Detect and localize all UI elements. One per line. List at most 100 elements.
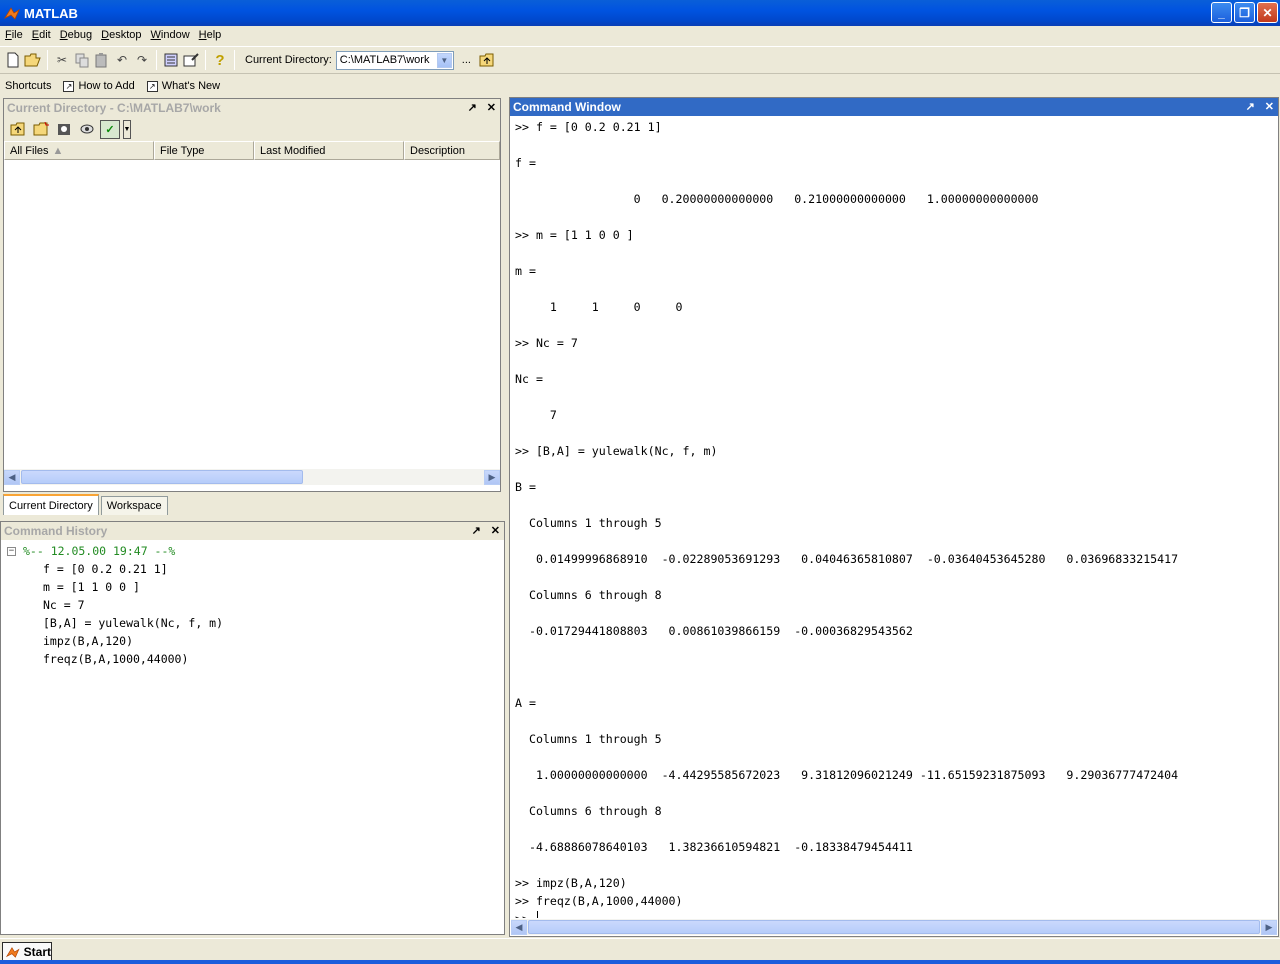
current-directory-toolbar: ✓ ▼	[4, 117, 500, 141]
undock-icon[interactable]: ↗	[1246, 100, 1255, 113]
browse-button[interactable]: ...	[462, 54, 471, 66]
simulink-icon[interactable]	[161, 50, 181, 70]
command-output-line	[515, 280, 1278, 298]
command-window-title-bar: Command Window ↗ ✕	[510, 98, 1278, 116]
folder-up-icon[interactable]	[8, 120, 28, 138]
current-directory-select[interactable]: C:\MATLAB7\work ▼	[335, 50, 454, 70]
command-output-line	[515, 460, 1278, 478]
history-session[interactable]: − %-- 12.05.00 19:47 --%	[1, 542, 504, 560]
command-prompt-line[interactable]: >>	[515, 910, 1278, 918]
history-entry[interactable]: [B,A] = yulewalk(Nc, f, m)	[1, 614, 504, 632]
menu-window[interactable]: Window	[151, 29, 190, 41]
undo-icon[interactable]: ↶	[112, 50, 132, 70]
guide-icon[interactable]	[181, 50, 201, 70]
history-entry[interactable]: impz(B,A,120)	[1, 632, 504, 650]
copy-icon[interactable]	[72, 50, 92, 70]
shortcut-how-to-add[interactable]: ↗ How to Add	[63, 80, 135, 92]
menu-edit[interactable]: Edit	[32, 29, 51, 41]
history-entry[interactable]: m = [1 1 0 0 ]	[1, 578, 504, 596]
scroll-thumb[interactable]	[21, 470, 303, 484]
menu-debug[interactable]: Debug	[60, 29, 92, 41]
cut-icon[interactable]: ✂	[52, 50, 72, 70]
menu-bar: File Edit Debug Desktop Window Help	[0, 26, 1280, 44]
command-window-panel: Command Window ↗ ✕ >> f = [0 0.2 0.21 1]…	[509, 97, 1279, 937]
current-directory-panel: Current Directory - C:\MATLAB7\work ↗ ✕ …	[3, 98, 501, 492]
restore-button[interactable]: ❐	[1234, 2, 1255, 23]
open-folder-icon[interactable]	[23, 50, 43, 70]
window-title: MATLAB	[24, 5, 78, 21]
scroll-left-icon[interactable]: ◀	[511, 919, 527, 935]
command-output-line: -4.68886078640103 1.38236610594821 -0.18…	[515, 840, 913, 854]
command-window-scrollbar[interactable]: ◀ ▶	[511, 919, 1277, 935]
command-output-line	[515, 316, 1278, 334]
command-output-line: Nc =	[515, 372, 543, 386]
command-output-line: >> Nc = 7	[515, 336, 578, 350]
shortcuts-label[interactable]: Shortcuts	[5, 80, 51, 92]
main-toolbar: ✂ ↶ ↷ ? Current Directory: C:\MATLAB7\wo…	[0, 46, 1280, 74]
folder-up-icon[interactable]	[477, 50, 497, 70]
command-output-line: 0.01499996868910 -0.02289053691293 0.040…	[515, 552, 1179, 566]
shortcut-label: How to Add	[78, 80, 135, 92]
command-history-list[interactable]: − %-- 12.05.00 19:47 --% f = [0 0.2 0.21…	[1, 540, 504, 668]
close-icon[interactable]: ✕	[487, 101, 496, 114]
command-output-line	[515, 244, 1278, 262]
command-output-line: Columns 1 through 5	[515, 732, 662, 746]
menu-file[interactable]: File	[5, 29, 23, 41]
panel-tabs: Current Directory Workspace	[3, 493, 170, 515]
scroll-right-icon[interactable]: ▶	[1261, 919, 1277, 935]
command-window-output[interactable]: >> f = [0 0.2 0.21 1] f = 0 0.20000000000…	[510, 116, 1278, 918]
tab-workspace[interactable]: Workspace	[100, 496, 168, 515]
paste-icon[interactable]	[92, 50, 112, 70]
redo-icon[interactable]: ↷	[132, 50, 152, 70]
collapse-icon[interactable]: −	[7, 546, 16, 556]
tab-current-directory[interactable]: Current Directory	[3, 494, 99, 515]
start-button[interactable]: Start	[2, 941, 52, 962]
find-files-icon[interactable]	[54, 120, 74, 138]
column-last-modified[interactable]: Last Modified	[254, 141, 404, 160]
toolbar-separator	[156, 50, 157, 70]
minimize-button[interactable]: _	[1211, 2, 1232, 23]
menu-help[interactable]: Help	[199, 29, 222, 41]
shortcuts-bar: Shortcuts ↗ How to Add ↗ What's New	[0, 76, 1280, 96]
command-output-line: >> f = [0 0.2 0.21 1]	[515, 120, 662, 134]
scroll-left-icon[interactable]: ◀	[4, 469, 20, 485]
visual-directory-icon[interactable]	[77, 120, 97, 138]
command-output-line	[515, 784, 1278, 802]
shortcut-whats-new[interactable]: ↗ What's New	[146, 80, 220, 92]
history-entry[interactable]: f = [0 0.2 0.21 1]	[1, 560, 504, 578]
history-entry[interactable]: Nc = 7	[1, 596, 504, 614]
toolbar-separator	[234, 50, 235, 70]
scroll-thumb[interactable]	[528, 920, 1260, 934]
undock-icon[interactable]: ↗	[468, 101, 477, 114]
command-window-title: Command Window	[513, 100, 621, 114]
taskbar-strip	[0, 960, 1280, 964]
command-output-line	[515, 820, 1278, 838]
new-folder-icon[interactable]	[31, 120, 51, 138]
command-output-line	[515, 424, 1278, 442]
command-output-line: 0 0.20000000000000 0.21000000000000 1.00…	[515, 192, 1039, 206]
column-description[interactable]: Description	[404, 141, 500, 160]
history-entry[interactable]: freqz(B,A,1000,44000)	[1, 650, 504, 668]
chevron-down-icon[interactable]: ▼	[436, 52, 452, 68]
column-file-type[interactable]: File Type	[154, 141, 254, 160]
new-file-icon[interactable]	[3, 50, 23, 70]
column-all-files[interactable]: All Files ▲	[4, 141, 154, 160]
command-output-line: f =	[515, 156, 536, 170]
command-history-title: Command History	[4, 524, 108, 538]
command-output-line	[515, 136, 1278, 154]
close-icon[interactable]: ✕	[491, 524, 500, 537]
close-button[interactable]: ✕	[1257, 2, 1278, 23]
command-history-title-bar: Command History ↗ ✕	[1, 522, 504, 540]
close-icon[interactable]: ✕	[1265, 100, 1274, 113]
undock-icon[interactable]: ↗	[472, 524, 481, 537]
command-output-line: 1 1 0 0	[515, 300, 683, 314]
help-icon[interactable]: ?	[210, 50, 230, 70]
file-list-scrollbar[interactable]: ◀ ▶	[4, 469, 500, 485]
menu-desktop[interactable]: Desktop	[101, 29, 141, 41]
file-list[interactable]	[4, 160, 500, 469]
start-label: Start	[23, 944, 51, 959]
chevron-down-icon[interactable]: ▼	[123, 119, 131, 139]
reports-icon[interactable]: ✓	[100, 119, 120, 139]
command-output-line	[515, 568, 1278, 586]
scroll-right-icon[interactable]: ▶	[484, 469, 500, 485]
